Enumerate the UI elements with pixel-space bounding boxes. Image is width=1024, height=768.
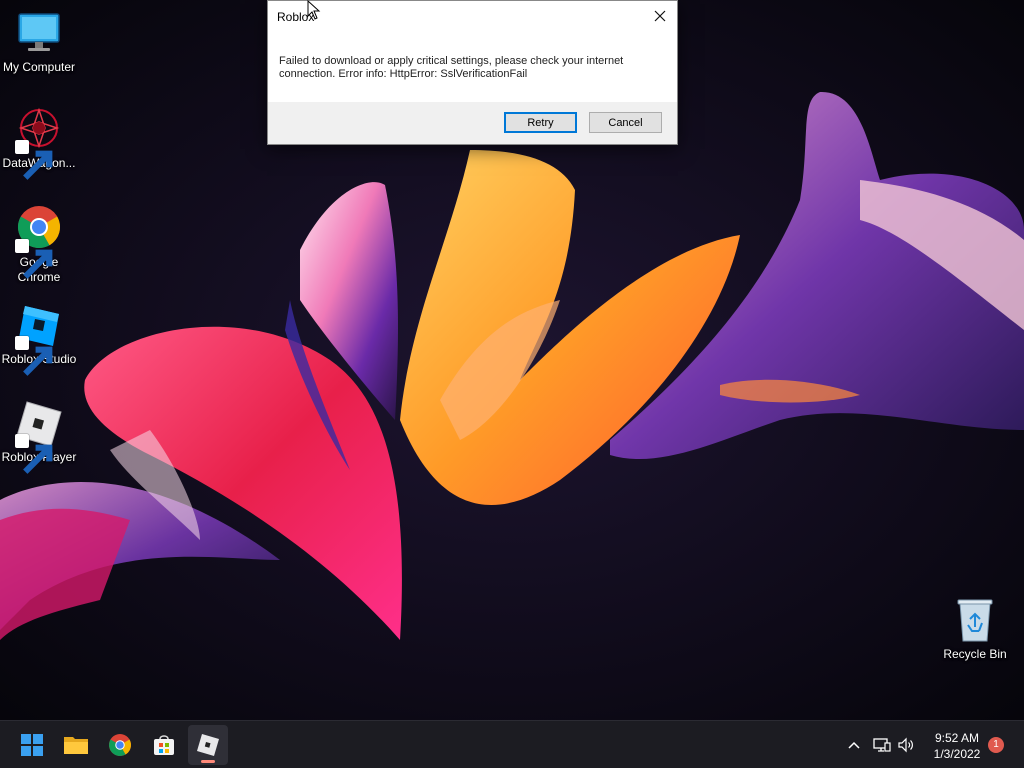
- desktop-icon-datawagon[interactable]: DataWagon...: [1, 106, 77, 180]
- chrome-icon: [109, 734, 131, 756]
- store-icon: [154, 735, 174, 755]
- close-icon: [654, 10, 666, 22]
- cancel-button[interactable]: Cancel: [589, 112, 662, 133]
- close-button[interactable]: [649, 5, 671, 27]
- taskbar-chrome[interactable]: [100, 725, 140, 765]
- roblox-icon: [197, 734, 219, 756]
- shortcut-arrow-icon: [15, 239, 53, 279]
- show-hidden-icons-button[interactable]: [844, 735, 864, 755]
- dialog-footer: Retry Cancel: [268, 102, 677, 144]
- clock-time: 9:52 AM: [934, 731, 980, 745]
- retry-button[interactable]: Retry: [504, 112, 577, 133]
- desktop-icon-roblox-studio[interactable]: Roblox Studio: [1, 302, 77, 376]
- start-button[interactable]: [12, 725, 52, 765]
- volume-button[interactable]: [896, 735, 916, 755]
- taskbar-clock[interactable]: 9:52 AM 1/3/2022: [922, 730, 992, 762]
- desktop-icon-google-chrome[interactable]: Google Chrome: [1, 205, 77, 285]
- shortcut-arrow-icon: [15, 434, 53, 474]
- active-indicator: [201, 760, 215, 763]
- dialog-message: Failed to download or apply critical set…: [279, 55, 624, 80]
- monitor-icon: [18, 13, 60, 51]
- taskbar: 9:52 AM 1/3/2022 1: [0, 720, 1024, 768]
- roblox-error-dialog: Roblox Failed to download or apply criti…: [267, 0, 678, 145]
- notification-badge[interactable]: 1: [988, 737, 1004, 753]
- desktop-icon-label: My Computer: [2, 60, 76, 74]
- recycle-bin-icon: [957, 599, 993, 642]
- desktop-icon-roblox-player[interactable]: Roblox Player: [1, 400, 77, 474]
- desktop-icon-label: Recycle Bin: [943, 647, 1007, 661]
- desktop-icon-recycle-bin[interactable]: Recycle Bin: [937, 597, 1013, 662]
- network-button[interactable]: [872, 735, 892, 755]
- start-icon: [21, 734, 43, 756]
- file-explorer-icon: [64, 737, 88, 754]
- network-icon: [873, 738, 891, 752]
- taskbar-store[interactable]: [144, 725, 184, 765]
- volume-icon: [898, 737, 913, 753]
- desktop-icon-my-computer[interactable]: My Computer: [1, 10, 77, 75]
- clock-date: 1/3/2022: [933, 747, 981, 761]
- taskbar-file-explorer[interactable]: [56, 725, 96, 765]
- taskbar-roblox[interactable]: [188, 725, 228, 765]
- chevron-up-icon: [848, 741, 860, 749]
- shortcut-arrow-icon: [15, 140, 53, 180]
- shortcut-arrow-icon: [15, 336, 53, 376]
- mouse-cursor-icon: [307, 0, 321, 20]
